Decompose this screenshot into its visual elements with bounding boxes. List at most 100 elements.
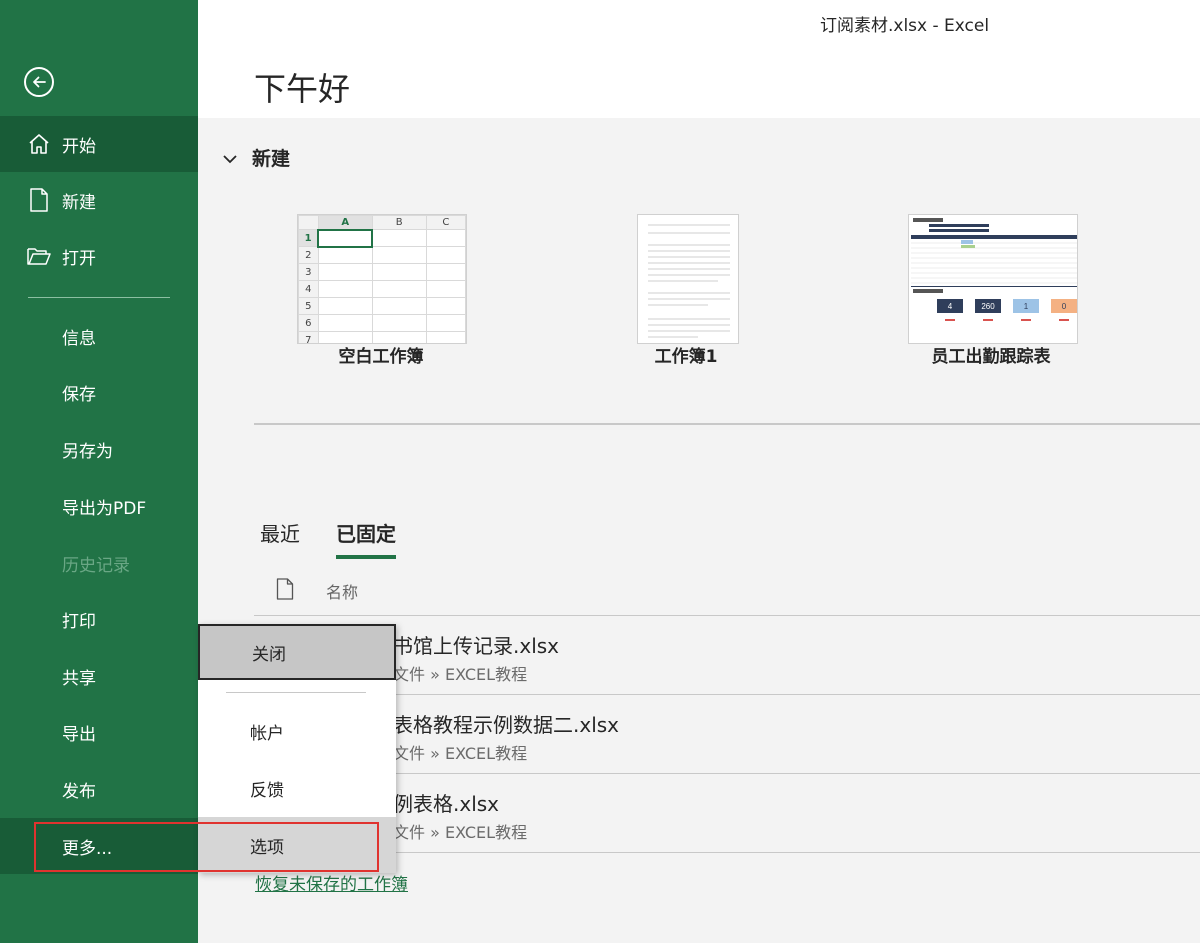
row-header: 5 [298, 297, 319, 315]
grid-cell [425, 297, 466, 315]
more-popup-menu: 关闭 帐户 反馈 选项 [198, 624, 396, 873]
row-divider [254, 615, 1200, 616]
nav-item-history: 历史记录 [0, 535, 198, 591]
nav-item-label: 共享 [62, 668, 96, 689]
file-name: 例表格.xlsx [393, 792, 500, 816]
file-list-header: 名称 [276, 578, 358, 604]
section-divider [254, 423, 1200, 425]
nav-item-save-as[interactable]: 另存为 [0, 421, 198, 477]
nav-item-publish[interactable]: 发布 [0, 761, 198, 817]
attendance-stat-value: 260 [981, 302, 995, 311]
row-header: 1 [298, 229, 319, 247]
nav-item-label: 打印 [62, 611, 96, 632]
template-thumbnail: A B C 1 2 3 4 5 6 7 [297, 214, 467, 344]
new-section-header[interactable]: 新建 [222, 144, 290, 171]
menu-item-label: 关闭 [252, 644, 286, 665]
grid-cell [425, 229, 466, 247]
corner-cell [298, 215, 319, 230]
recover-unsaved-link[interactable]: 恢复未保存的工作簿 [255, 870, 408, 895]
nav-item-label: 导出 [62, 724, 96, 745]
file-path: 文件 » EXCEL教程 [393, 744, 528, 763]
file-name: 表格教程示例数据二.xlsx [393, 713, 620, 737]
nav-item-info[interactable]: 信息 [0, 308, 198, 364]
template-thumbnail: 4 260 1 0 [908, 214, 1078, 344]
nav-item-export-pdf[interactable]: 导出为PDF [0, 478, 198, 534]
nav-item-save[interactable]: 保存 [0, 364, 198, 420]
file-name: 书馆上传记录.xlsx [393, 634, 560, 658]
new-file-icon [26, 188, 52, 212]
template-label: 员工出勤跟踪表 [931, 347, 1051, 367]
nav-item-print[interactable]: 打印 [0, 591, 198, 647]
grid-cell [371, 314, 427, 332]
grid-cell [317, 263, 373, 281]
document-lines-preview [648, 224, 730, 338]
tab-pinned[interactable]: 已固定 [336, 518, 396, 559]
attendance-stat-value: 4 [948, 302, 953, 311]
grid-cell [317, 246, 373, 264]
menu-item-label: 选项 [250, 837, 284, 858]
grid-cell [371, 297, 427, 315]
grid-cell [317, 297, 373, 315]
backstage-sidebar: 开始 新建 打开 信息 保存 另存为 导出为PDF 历史记录 打印 共享 导出 … [0, 0, 198, 943]
menu-separator [226, 692, 366, 693]
grid-cell [425, 246, 466, 264]
grid-cell [317, 280, 373, 298]
grid-cell [371, 229, 427, 247]
grid-cell [371, 246, 427, 264]
row-header: 3 [298, 263, 319, 281]
new-section-title: 新建 [252, 148, 291, 170]
nav-item-home[interactable]: 开始 [0, 116, 198, 172]
nav-item-label: 信息 [62, 328, 96, 349]
header: 下午好 [198, 0, 1200, 118]
grid-cell [371, 263, 427, 281]
file-path: 文件 » EXCEL教程 [393, 665, 528, 684]
chevron-down-icon [222, 147, 238, 169]
menu-item-feedback[interactable]: 反馈 [198, 760, 396, 816]
file-row[interactable]: 表格教程示例数据二.xlsx 文件 » EXCEL教程 [393, 709, 1193, 764]
tab-recent[interactable]: 最近 [260, 518, 300, 559]
attendance-stat-value: 0 [1062, 302, 1067, 311]
template-thumbnail [637, 214, 739, 344]
menu-item-account[interactable]: 帐户 [198, 703, 396, 759]
attendance-preview: 4 260 1 0 [911, 218, 1077, 321]
sidebar-divider [28, 297, 170, 298]
blank-grid-preview: A B C 1 2 3 4 5 6 7 [298, 215, 466, 343]
nav-item-open[interactable]: 打开 [0, 228, 198, 284]
grid-cell [317, 228, 374, 248]
nav-item-label: 新建 [62, 192, 96, 213]
grid-cell [317, 314, 373, 332]
nav-item-label: 打开 [62, 248, 96, 269]
nav-item-label: 导出为PDF [62, 498, 147, 519]
greeting-title: 下午好 [254, 70, 351, 108]
file-type-icon [276, 578, 294, 604]
nav-item-more[interactable]: 更多... [0, 818, 198, 874]
grid-cell [425, 314, 466, 332]
column-name-header[interactable]: 名称 [326, 579, 358, 603]
attendance-stat-value: 1 [1024, 302, 1029, 311]
menu-item-options[interactable]: 选项 [198, 817, 396, 873]
nav-item-label: 开始 [62, 136, 96, 157]
nav-item-label: 另存为 [62, 441, 113, 462]
nav-item-label: 历史记录 [62, 555, 130, 576]
nav-item-label: 保存 [62, 384, 96, 405]
menu-item-close[interactable]: 关闭 [198, 624, 396, 680]
file-path: 文件 » EXCEL教程 [393, 823, 528, 842]
menu-item-label: 帐户 [250, 723, 284, 744]
template-label: 空白工作簿 [338, 347, 424, 367]
nav-item-label: 更多... [62, 838, 113, 859]
nav-item-share[interactable]: 共享 [0, 648, 198, 704]
nav-item-new[interactable]: 新建 [0, 172, 198, 228]
open-folder-icon [26, 246, 52, 266]
file-tabs: 最近 已固定 [260, 518, 432, 559]
nav-item-export[interactable]: 导出 [0, 704, 198, 760]
file-row[interactable]: 书馆上传记录.xlsx 文件 » EXCEL教程 [393, 630, 1193, 685]
grid-cell [425, 263, 466, 281]
home-icon [26, 133, 52, 155]
row-header: 2 [298, 246, 319, 264]
grid-cell [425, 280, 466, 298]
menu-item-label: 反馈 [250, 780, 284, 801]
column-header: A [317, 215, 373, 230]
back-arrow-icon[interactable] [24, 67, 54, 97]
row-header: 6 [298, 314, 319, 332]
file-row[interactable]: 例表格.xlsx 文件 » EXCEL教程 [393, 788, 1193, 843]
